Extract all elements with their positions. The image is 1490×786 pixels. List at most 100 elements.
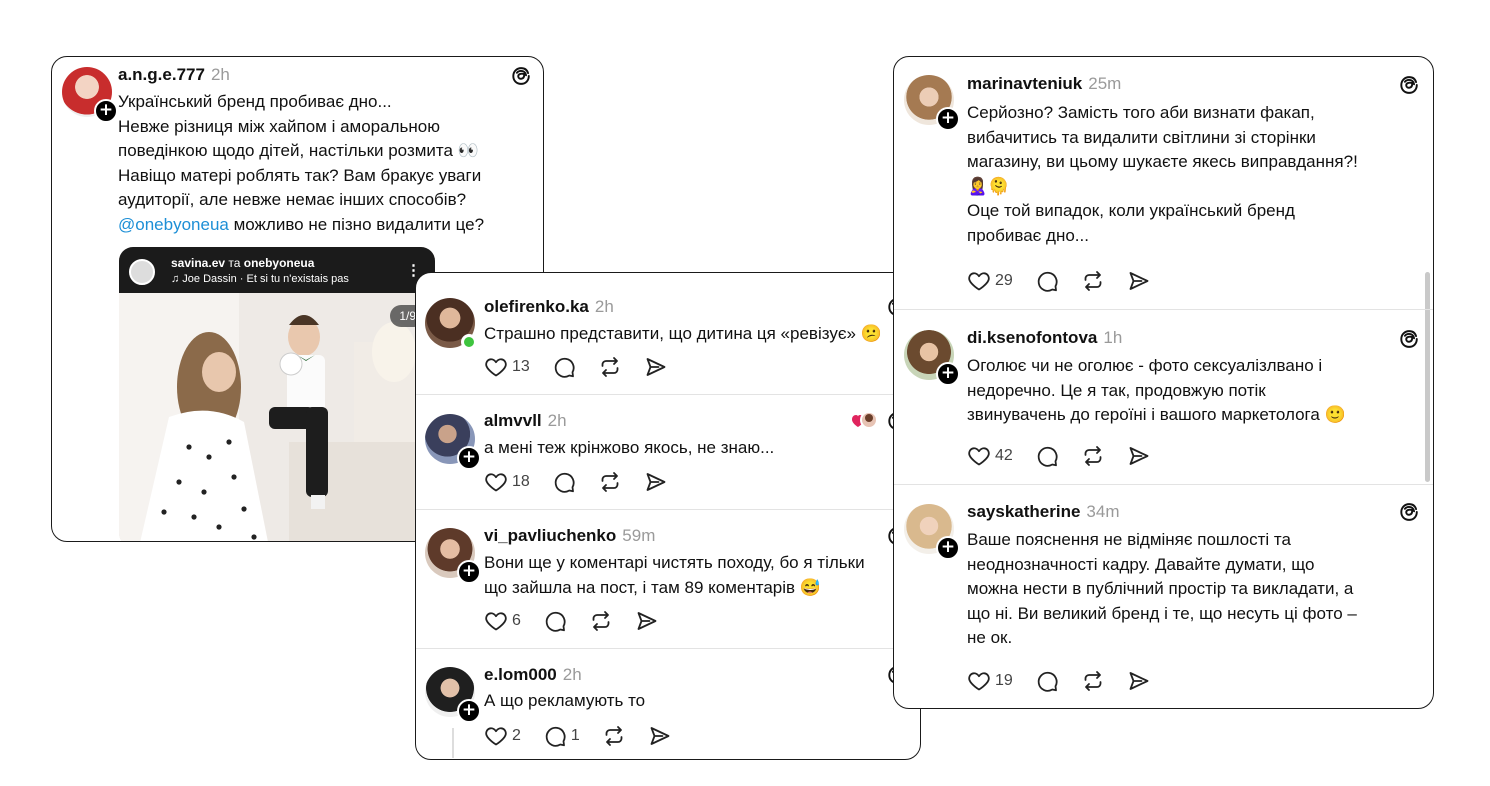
like-button[interactable]: 18 <box>484 470 530 494</box>
avatar[interactable]: + <box>425 414 481 470</box>
repost-icon <box>598 470 622 494</box>
reply-line: Оце той випадок, коли український бренд <box>967 201 1295 220</box>
like-count: 19 <box>995 672 1013 689</box>
follow-plus-icon[interactable]: + <box>457 446 481 470</box>
reply-time: 25m <box>1088 74 1122 93</box>
repost-button[interactable] <box>589 609 613 633</box>
avatar[interactable]: + <box>62 67 118 123</box>
follow-plus-icon[interactable]: + <box>936 536 960 560</box>
scrollbar[interactable] <box>1425 272 1430 482</box>
share-button[interactable] <box>1127 669 1151 693</box>
avatar[interactable]: + <box>904 504 960 560</box>
comment-button[interactable] <box>1035 269 1059 293</box>
repost-button[interactable] <box>598 470 622 494</box>
threads-logo-icon <box>1398 328 1420 350</box>
mention-link[interactable]: @onebyoneua <box>118 215 229 234</box>
heart-icon <box>484 355 508 379</box>
follow-plus-icon[interactable]: + <box>936 107 960 131</box>
share-icon <box>1127 269 1151 293</box>
follow-plus-icon[interactable]: + <box>457 560 481 584</box>
follow-plus-icon[interactable]: + <box>94 99 118 123</box>
share-button[interactable] <box>644 355 668 379</box>
repost-button[interactable] <box>1081 269 1105 293</box>
reply-line: Ваше пояснення не відміняє пошлості та <box>967 530 1291 549</box>
reply-line: пробиває дно... <box>967 225 1089 245</box>
post-media[interactable]: savina.ev та onebyoneua ♫ Joe Dassin · E… <box>119 247 435 541</box>
repost-button[interactable] <box>1081 669 1105 693</box>
comment-button[interactable] <box>552 355 576 379</box>
reply-text: Вони ще у коментарі чистять походу, бо я… <box>484 551 865 600</box>
repost-icon <box>598 355 622 379</box>
follow-plus-icon[interactable]: + <box>457 699 481 723</box>
like-count: 13 <box>512 358 530 375</box>
reply-text: А що рекламують то <box>484 689 645 714</box>
divider <box>894 309 1433 310</box>
repost-button[interactable] <box>602 724 626 748</box>
heart-icon <box>967 444 991 468</box>
follow-plus-icon[interactable]: + <box>936 362 960 386</box>
reply-author[interactable]: sayskatherine 34m <box>967 502 1119 522</box>
share-button[interactable] <box>1127 444 1151 468</box>
online-status-icon <box>461 334 477 350</box>
reply-time: 59m <box>622 526 656 545</box>
like-button[interactable]: 6 <box>484 609 521 633</box>
share-icon <box>648 724 672 748</box>
like-button[interactable]: 19 <box>967 669 1013 693</box>
reply-text: Страшно представити, що дитина ця «ревіз… <box>484 322 882 347</box>
post-line: аудиторії, але невже немає інших способі… <box>118 190 467 209</box>
divider <box>416 648 920 649</box>
reply-actions: 6 <box>484 608 681 634</box>
reply-line: Серйозно? Замість того аби визнати факап… <box>967 103 1315 122</box>
post-author[interactable]: a.n.g.e.777 2h <box>118 65 230 85</box>
comment-icon <box>552 470 576 494</box>
share-button[interactable] <box>648 724 672 748</box>
avatar[interactable] <box>425 298 477 350</box>
share-button[interactable] <box>1127 269 1151 293</box>
heart-icon <box>484 470 508 494</box>
threads-logo-icon <box>510 65 532 87</box>
reply-line: не ок. <box>967 628 1013 647</box>
share-button[interactable] <box>635 609 659 633</box>
reply-time: 34m <box>1086 502 1120 521</box>
repost-button[interactable] <box>598 355 622 379</box>
reply-line: Вони ще у коментарі чистять походу, бо я… <box>484 553 865 572</box>
reply-text: Серйозно? Замість того аби визнати факап… <box>967 101 1358 248</box>
media-accounts: savina.ev та onebyoneua <box>171 256 315 270</box>
like-count: 29 <box>995 272 1013 289</box>
thread-connector-line <box>452 728 454 758</box>
reply-text: а мені теж крінжово якось, не знаю... <box>484 436 774 461</box>
reply-author[interactable]: olefirenko.ka 2h <box>484 297 614 317</box>
reply-author[interactable]: e.lom000 2h <box>484 665 582 685</box>
like-button[interactable]: 13 <box>484 355 530 379</box>
comment-button[interactable] <box>552 470 576 494</box>
comment-button[interactable]: 1 <box>543 724 580 748</box>
like-button[interactable]: 29 <box>967 269 1013 293</box>
like-button[interactable]: 42 <box>967 444 1013 468</box>
reply-author[interactable]: marinavteniuk 25m <box>967 74 1121 94</box>
post-time: 2h <box>210 65 230 84</box>
comment-button[interactable] <box>1035 444 1059 468</box>
comment-button[interactable] <box>543 609 567 633</box>
avatar[interactable]: + <box>425 528 481 584</box>
repost-button[interactable] <box>1081 444 1105 468</box>
reply-line: Страшно представити, що дитина ця «ревіз… <box>484 324 882 343</box>
like-button[interactable]: 2 <box>484 724 521 748</box>
comment-icon <box>1035 669 1059 693</box>
share-button[interactable] <box>644 470 668 494</box>
avatar[interactable]: + <box>904 330 960 386</box>
reply-author[interactable]: vi_pavliuchenko 59m <box>484 526 655 546</box>
reply-line: 🙎‍♀️🫠 <box>967 176 1010 197</box>
like-count: 42 <box>995 447 1013 464</box>
reply-line: що ні. Ви великий бренд і те, що несуть … <box>967 603 1357 623</box>
post-text: Український бренд пробиває дно... Невже … <box>118 90 484 237</box>
avatar[interactable]: + <box>904 75 960 131</box>
avatar[interactable]: + <box>425 667 481 723</box>
repost-icon <box>1081 444 1105 468</box>
reply-actions: 13 <box>484 354 690 380</box>
repost-icon <box>602 724 626 748</box>
share-icon <box>635 609 659 633</box>
reply-author[interactable]: almvvll 2h <box>484 411 567 431</box>
replies-card-right: + marinavteniuk 25m Серйозно? Замість тог… <box>893 56 1434 709</box>
comment-button[interactable] <box>1035 669 1059 693</box>
reply-author[interactable]: di.ksenofontova 1h <box>967 328 1122 348</box>
